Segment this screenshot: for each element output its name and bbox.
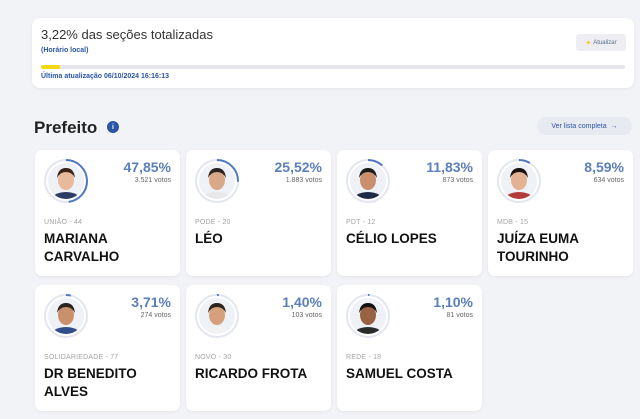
vote-percentage: 1,40% bbox=[282, 294, 322, 310]
totalization-title: 3,22% das seções totalizadas bbox=[41, 27, 213, 42]
update-button-label: Atualizar bbox=[593, 39, 617, 46]
vote-count: 103 votos bbox=[291, 312, 322, 319]
full-list-label: Ver lista completa bbox=[551, 122, 607, 130]
candidate-name: JUÍZA EUMA TOURINHO bbox=[497, 231, 579, 264]
vote-count: 274 votos bbox=[140, 312, 171, 319]
refresh-icon: ✦ bbox=[585, 39, 592, 47]
party-label: MDB - 15 bbox=[497, 219, 529, 226]
arrow-right-icon: → bbox=[610, 122, 618, 130]
candidate-card[interactable]: 1,10% 81 votos REDE - 18 SAMUEL COSTA bbox=[337, 285, 482, 411]
vote-percentage: 1,10% bbox=[433, 294, 473, 310]
candidate-card[interactable]: 47,85% 3.521 votos UNIÃO - 44 MARIANA CARVA… bbox=[35, 150, 180, 276]
update-button[interactable]: ✦ Atualizar bbox=[576, 34, 626, 51]
info-icon[interactable]: i bbox=[107, 121, 119, 133]
candidate-card[interactable]: 3,71% 274 votos SOLIDARIEDADE - 77 DR BENED… bbox=[35, 285, 180, 411]
totalization-progress-fill bbox=[41, 65, 60, 69]
candidate-name: MARIANA CARVALHO bbox=[44, 231, 120, 264]
candidate-name: RICARDO FROTA bbox=[195, 366, 308, 381]
candidate-avatar bbox=[345, 293, 391, 339]
candidate-card[interactable]: 11,83% 873 votos PDT - 12 CÉLIO LOPES bbox=[337, 150, 482, 276]
vote-percentage: 11,83% bbox=[426, 159, 473, 175]
vote-count: 3.521 votos bbox=[134, 177, 171, 184]
full-list-button[interactable]: Ver lista completa → bbox=[537, 117, 632, 135]
vote-percentage: 8,59% bbox=[584, 159, 624, 175]
candidate-card[interactable]: 1,40% 103 votos NOVO - 30 RICARDO FROTA bbox=[186, 285, 331, 411]
totalization-progress-bar bbox=[41, 65, 625, 69]
vote-percentage: 3,71% bbox=[131, 294, 171, 310]
vote-count: 873 votos bbox=[442, 177, 473, 184]
candidate-avatar bbox=[194, 293, 240, 339]
candidate-avatar bbox=[496, 158, 542, 204]
candidate-card[interactable]: 25,52% 1.883 votos PODE - 20 LÉO bbox=[186, 150, 331, 276]
vote-percentage: 25,52% bbox=[274, 159, 322, 175]
candidate-avatar bbox=[43, 158, 89, 204]
vote-count: 81 votos bbox=[446, 312, 473, 319]
vote-count: 634 votos bbox=[593, 177, 624, 184]
party-label: PDT - 12 bbox=[346, 219, 376, 226]
vote-count: 1.883 votos bbox=[285, 177, 322, 184]
candidate-name: CÉLIO LOPES bbox=[346, 231, 437, 246]
candidate-avatar bbox=[345, 158, 391, 204]
party-label: PODE - 20 bbox=[195, 219, 231, 226]
candidate-name: DR BENEDITO ALVES bbox=[44, 366, 137, 399]
party-label: SOLIDARIEDADE - 77 bbox=[44, 354, 119, 361]
candidate-avatar bbox=[43, 293, 89, 339]
candidate-avatar bbox=[194, 158, 240, 204]
totalization-panel: 3,22% das seções totalizadas (Horário lo… bbox=[32, 18, 634, 88]
candidate-name: LÉO bbox=[195, 231, 223, 246]
local-time-note: (Horário local) bbox=[41, 47, 89, 54]
last-update-text: Última atualização 06/10/2024 16:16:13 bbox=[41, 73, 170, 80]
vote-percentage: 47,85% bbox=[123, 159, 171, 175]
party-label: NOVO - 30 bbox=[195, 354, 232, 361]
party-label: REDE - 18 bbox=[346, 354, 382, 361]
section-title: Prefeito bbox=[34, 118, 98, 137]
party-label: UNIÃO - 44 bbox=[44, 219, 83, 226]
candidate-name: SAMUEL COSTA bbox=[346, 366, 453, 381]
candidate-card[interactable]: 8,59% 634 votos MDB - 15 JUÍZA EUMA TOURINH… bbox=[488, 150, 633, 276]
